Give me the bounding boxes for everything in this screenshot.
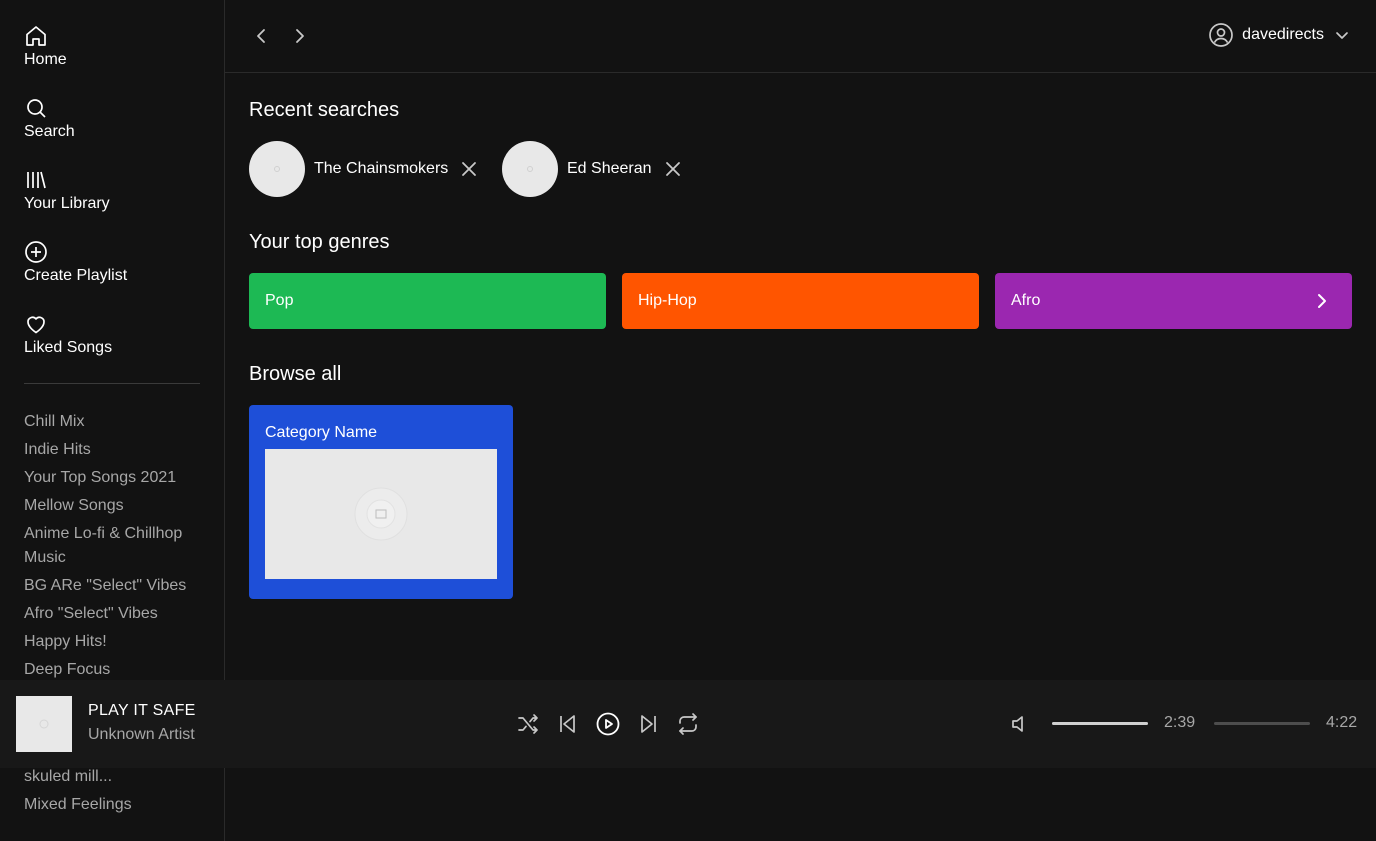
play-button[interactable] bbox=[596, 712, 620, 736]
search-icon bbox=[27, 99, 46, 118]
nav-library[interactable]: Your Library bbox=[24, 168, 110, 214]
volume-button[interactable] bbox=[1008, 712, 1032, 736]
nav-liked-songs-label: Liked Songs bbox=[24, 339, 113, 356]
volume-icon bbox=[1012, 716, 1023, 732]
username: davedirects bbox=[1242, 26, 1324, 43]
nav-home[interactable]: Home bbox=[24, 24, 67, 70]
playlist-item[interactable]: Happy Hits! bbox=[24, 630, 204, 654]
playlist-item[interactable]: BG ARe "Select" Vibes bbox=[24, 574, 204, 598]
nav-liked-songs[interactable]: Liked Songs bbox=[24, 312, 112, 358]
plus-circle-icon bbox=[25, 241, 47, 263]
nav-search[interactable]: Search bbox=[24, 96, 75, 142]
home-icon bbox=[26, 26, 46, 46]
playlist-item[interactable]: skuled mill... bbox=[24, 765, 112, 789]
shuffle-button[interactable] bbox=[516, 712, 540, 736]
nav-create-playlist[interactable]: Create Playlist bbox=[24, 240, 127, 286]
category-image bbox=[265, 449, 497, 579]
playlist-item[interactable]: Mellow Songs bbox=[24, 494, 204, 518]
close-icon[interactable] bbox=[664, 160, 682, 178]
artist-avatar bbox=[502, 141, 558, 197]
nav-create-playlist-label: Create Playlist bbox=[24, 267, 128, 284]
total-time: 4:22 bbox=[1326, 714, 1358, 731]
genre-card-afro[interactable]: Afro bbox=[995, 273, 1352, 329]
nav-home-label: Home bbox=[24, 51, 67, 68]
genre-label: Hip-Hop bbox=[638, 292, 697, 309]
nav-library-label: Your Library bbox=[24, 195, 110, 212]
now-playing-artwork bbox=[16, 696, 72, 752]
image-placeholder-icon bbox=[39, 719, 49, 729]
close-icon[interactable] bbox=[460, 160, 478, 178]
playlist-item[interactable]: Anime Lo-fi & Chillhop Music bbox=[24, 522, 204, 570]
chevron-right-icon[interactable] bbox=[1312, 291, 1332, 311]
progress-slider[interactable] bbox=[1214, 722, 1310, 725]
playlist-list: Chill Mix Indie Hits Your Top Songs 2021… bbox=[24, 410, 204, 686]
playlist-item[interactable]: Your Top Songs 2021 bbox=[24, 466, 204, 490]
category-card[interactable]: Category Name bbox=[249, 405, 513, 599]
library-icon bbox=[27, 171, 46, 189]
chevron-down-icon bbox=[1336, 32, 1348, 39]
top-genres-heading: Your top genres bbox=[249, 231, 390, 253]
skip-back-icon bbox=[560, 715, 575, 733]
previous-button[interactable] bbox=[556, 712, 580, 736]
elapsed-time: 2:39 bbox=[1164, 714, 1196, 731]
heart-icon bbox=[27, 316, 45, 334]
player-bar: PLAY IT SAFE Unknown Artist 2:39 4:22 bbox=[0, 680, 1376, 768]
track-title[interactable]: PLAY IT SAFE bbox=[88, 702, 196, 720]
recent-search-chip[interactable]: The Chainsmokers bbox=[249, 141, 478, 197]
skip-forward-icon bbox=[641, 715, 656, 733]
volume-slider[interactable] bbox=[1052, 722, 1148, 725]
playlist-item[interactable]: Chill Mix bbox=[24, 410, 204, 434]
recent-search-name: The Chainsmokers bbox=[314, 160, 449, 177]
playlist-item[interactable]: Afro "Select" Vibes bbox=[24, 602, 204, 626]
browse-all-heading: Browse all bbox=[249, 363, 342, 385]
genre-label: Afro bbox=[1011, 292, 1041, 309]
volume-fill bbox=[1052, 722, 1148, 725]
playlist-item[interactable]: Mixed Feelings bbox=[24, 793, 132, 817]
track-artist[interactable]: Unknown Artist bbox=[88, 726, 195, 744]
image-placeholder-icon bbox=[354, 487, 408, 541]
shuffle-icon bbox=[518, 714, 538, 734]
user-circle-icon bbox=[1209, 23, 1234, 47]
genre-card-hip-hop[interactable]: Hip-Hop bbox=[622, 273, 979, 329]
sidebar-divider bbox=[24, 383, 200, 384]
user-menu-button[interactable]: davedirects bbox=[1208, 22, 1352, 48]
playlist-item[interactable]: Indie Hits bbox=[24, 438, 204, 462]
forward-button[interactable] bbox=[288, 24, 312, 48]
genre-label: Pop bbox=[265, 292, 294, 309]
play-icon bbox=[596, 712, 620, 736]
repeat-button[interactable] bbox=[676, 712, 700, 736]
chevron-right-icon bbox=[296, 29, 304, 43]
nav-search-label: Search bbox=[24, 123, 75, 140]
recent-searches-heading: Recent searches bbox=[249, 99, 400, 121]
back-button[interactable] bbox=[249, 24, 273, 48]
recent-search-chip[interactable]: Ed Sheeran bbox=[502, 141, 682, 197]
playlist-item[interactable]: Deep Focus bbox=[24, 658, 204, 682]
genre-card-pop[interactable]: Pop bbox=[249, 273, 606, 329]
recent-search-name: Ed Sheeran bbox=[567, 160, 652, 177]
next-button[interactable] bbox=[636, 712, 660, 736]
chevron-left-icon bbox=[257, 29, 265, 43]
artist-avatar bbox=[249, 141, 305, 197]
category-name: Category Name bbox=[265, 424, 378, 441]
repeat-icon bbox=[679, 713, 697, 735]
top-bar: davedirects bbox=[225, 0, 1376, 73]
